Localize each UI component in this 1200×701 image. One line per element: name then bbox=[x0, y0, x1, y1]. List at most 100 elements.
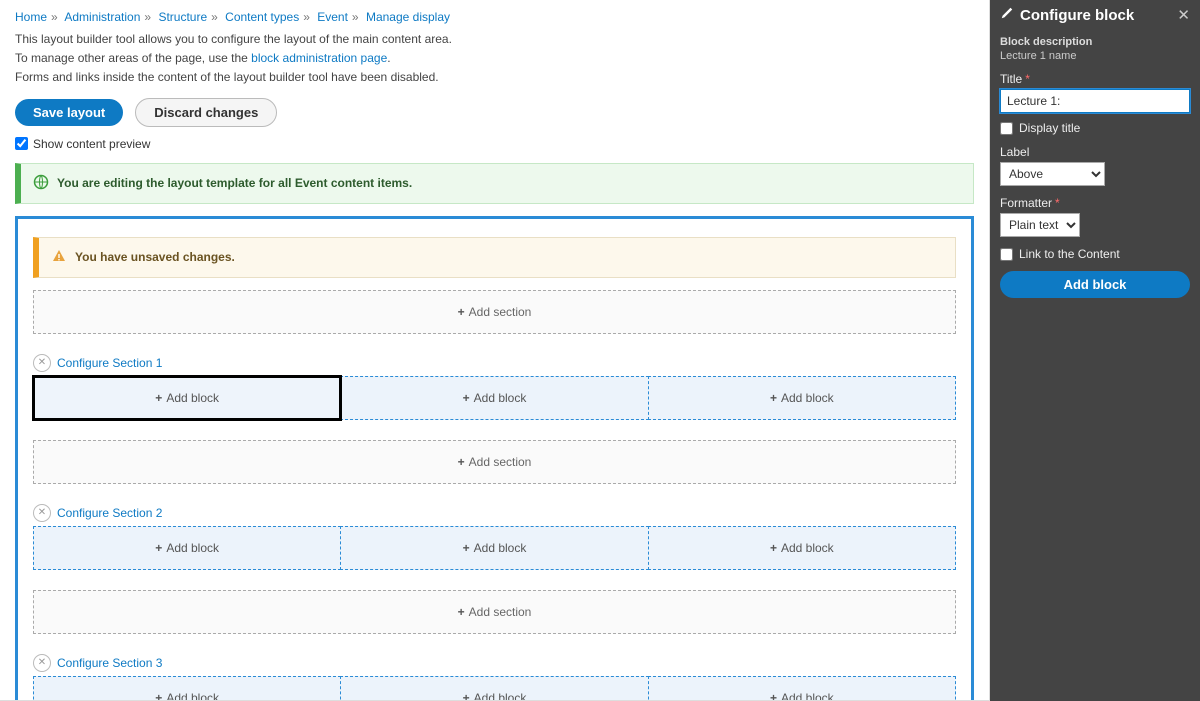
add-block-s1c2[interactable]: + Add block bbox=[340, 376, 648, 420]
add-block-s2c2[interactable]: + Add block bbox=[340, 526, 648, 570]
add-block-label: Add block bbox=[166, 691, 219, 701]
add-block-label: Add block bbox=[781, 541, 834, 555]
add-section-1[interactable]: + Add section bbox=[33, 290, 956, 334]
add-block-label: Add block bbox=[166, 391, 219, 405]
plus-icon: + bbox=[155, 391, 162, 405]
info-message: You are editing the layout template for … bbox=[15, 163, 974, 204]
title-input[interactable] bbox=[1000, 89, 1190, 113]
plus-icon: + bbox=[155, 691, 162, 701]
display-title-toggle[interactable]: Display title bbox=[1000, 121, 1190, 135]
show-preview-checkbox[interactable] bbox=[15, 137, 28, 150]
add-block-label: Add block bbox=[474, 391, 527, 405]
link-content-checkbox[interactable] bbox=[1000, 248, 1013, 261]
intro-line2: To manage other areas of the page, use t… bbox=[15, 49, 974, 68]
title-field-label: Title* bbox=[1000, 72, 1190, 86]
warning-icon bbox=[51, 248, 67, 267]
section-3-header: ✕ Configure Section 3 bbox=[33, 654, 956, 672]
intro-line2b: . bbox=[387, 51, 390, 65]
plus-icon: + bbox=[463, 391, 470, 405]
add-block-label: Add block bbox=[781, 691, 834, 701]
plus-icon: + bbox=[770, 691, 777, 701]
save-layout-button[interactable]: Save layout bbox=[15, 99, 123, 126]
sidebar-title-text: Configure block bbox=[1020, 7, 1134, 24]
configure-section-2-link[interactable]: Configure Section 2 bbox=[57, 506, 162, 520]
add-section-2[interactable]: +Add section bbox=[33, 440, 956, 484]
show-preview-label: Show content preview bbox=[33, 137, 150, 151]
sidebar-body: Block description Lecture 1 name Title* … bbox=[990, 30, 1200, 304]
plus-icon: + bbox=[458, 305, 465, 319]
add-block-s2c3[interactable]: + Add block bbox=[648, 526, 956, 570]
title-label-text: Title bbox=[1000, 72, 1022, 86]
label-field-label: Label bbox=[1000, 145, 1190, 159]
crumb-event[interactable]: Event bbox=[317, 10, 348, 24]
add-block-label: Add block bbox=[166, 541, 219, 555]
remove-section-3-button[interactable]: ✕ bbox=[33, 654, 51, 672]
add-block-s3c3[interactable]: + Add block bbox=[648, 676, 956, 701]
intro-text: This layout builder tool allows you to c… bbox=[15, 30, 974, 88]
add-section-label: Add section bbox=[469, 305, 532, 319]
section-2-header: ✕ Configure Section 2 bbox=[33, 504, 956, 522]
intro-line3: Forms and links inside the content of th… bbox=[15, 68, 974, 87]
info-message-text: You are editing the layout template for … bbox=[57, 176, 412, 190]
plus-icon: + bbox=[463, 691, 470, 701]
add-section-label: Add section bbox=[469, 605, 532, 619]
formatter-field-label: Formatter* bbox=[1000, 196, 1190, 210]
remove-section-2-button[interactable]: ✕ bbox=[33, 504, 51, 522]
required-marker: * bbox=[1055, 196, 1060, 210]
add-block-submit-button[interactable]: Add block bbox=[1000, 271, 1190, 298]
warning-message: You have unsaved changes. bbox=[33, 237, 956, 278]
plus-icon: + bbox=[770, 391, 777, 405]
add-block-label: Add block bbox=[474, 691, 527, 701]
intro-line1: This layout builder tool allows you to c… bbox=[15, 30, 974, 49]
crumb-home[interactable]: Home bbox=[15, 10, 47, 24]
add-block-label: Add block bbox=[474, 541, 527, 555]
add-block-s1c1[interactable]: + Add block bbox=[33, 376, 341, 420]
crumb-structure[interactable]: Structure bbox=[158, 10, 207, 24]
display-title-checkbox[interactable] bbox=[1000, 122, 1013, 135]
globe-icon bbox=[33, 174, 49, 193]
required-marker: * bbox=[1025, 72, 1030, 86]
add-block-s3c1[interactable]: + Add block bbox=[33, 676, 341, 701]
sidebar-header: Configure block ✕ bbox=[990, 0, 1200, 30]
main-content: Home» Administration» Structure» Content… bbox=[0, 0, 990, 701]
add-section-label: Add section bbox=[469, 455, 532, 469]
add-block-s1c3[interactable]: + Add block bbox=[648, 376, 956, 420]
warning-message-text: You have unsaved changes. bbox=[75, 250, 235, 264]
add-block-label: Add block bbox=[781, 391, 834, 405]
block-description-label: Block description bbox=[1000, 36, 1190, 48]
add-section-3[interactable]: + Add section bbox=[33, 590, 956, 634]
section-1-header: ✕ Configure Section 1 bbox=[33, 354, 956, 372]
add-block-s3c2[interactable]: + Add block bbox=[340, 676, 648, 701]
configure-section-3-link[interactable]: Configure Section 3 bbox=[57, 656, 162, 670]
configure-section-1-link[interactable]: Configure Section 1 bbox=[57, 356, 162, 370]
block-description-value: Lecture 1 name bbox=[1000, 50, 1190, 62]
intro-line2a: To manage other areas of the page, use t… bbox=[15, 51, 251, 65]
action-row: Save layout Discard changes bbox=[15, 98, 974, 127]
section-2-row: +Add block +Add block +Add block bbox=[33, 526, 956, 570]
add-block-s2c1[interactable]: +Add block bbox=[33, 526, 341, 570]
discard-changes-button[interactable]: Discard changes bbox=[135, 98, 277, 127]
remove-section-1-button[interactable]: ✕ bbox=[33, 354, 51, 372]
sidebar-title: Configure block bbox=[1000, 6, 1134, 24]
plus-icon: + bbox=[770, 541, 777, 555]
layout-frame: You have unsaved changes. + Add section ✕… bbox=[15, 216, 974, 701]
link-content-toggle[interactable]: Link to the Content bbox=[1000, 247, 1190, 261]
configure-block-sidebar: Configure block ✕ Block description Lect… bbox=[990, 0, 1200, 701]
label-select[interactable]: Above bbox=[1000, 162, 1105, 186]
block-admin-link[interactable]: block administration page bbox=[251, 51, 387, 65]
section-1-row: + Add block + Add block + Add block bbox=[33, 376, 956, 420]
plus-icon: + bbox=[458, 605, 465, 619]
display-title-label: Display title bbox=[1019, 121, 1080, 135]
crumb-administration[interactable]: Administration bbox=[64, 10, 140, 24]
formatter-select[interactable]: Plain text bbox=[1000, 213, 1080, 237]
link-content-label: Link to the Content bbox=[1019, 247, 1120, 261]
formatter-label-text: Formatter bbox=[1000, 196, 1052, 210]
breadcrumb: Home» Administration» Structure» Content… bbox=[15, 10, 974, 24]
pencil-icon bbox=[1000, 6, 1014, 24]
crumb-content-types[interactable]: Content types bbox=[225, 10, 299, 24]
plus-icon: + bbox=[463, 541, 470, 555]
crumb-manage-display[interactable]: Manage display bbox=[366, 10, 450, 24]
close-icon[interactable]: ✕ bbox=[1177, 6, 1190, 24]
section-3-row: + Add block + Add block + Add block bbox=[33, 676, 956, 701]
show-preview-toggle[interactable]: Show content preview bbox=[15, 137, 974, 151]
